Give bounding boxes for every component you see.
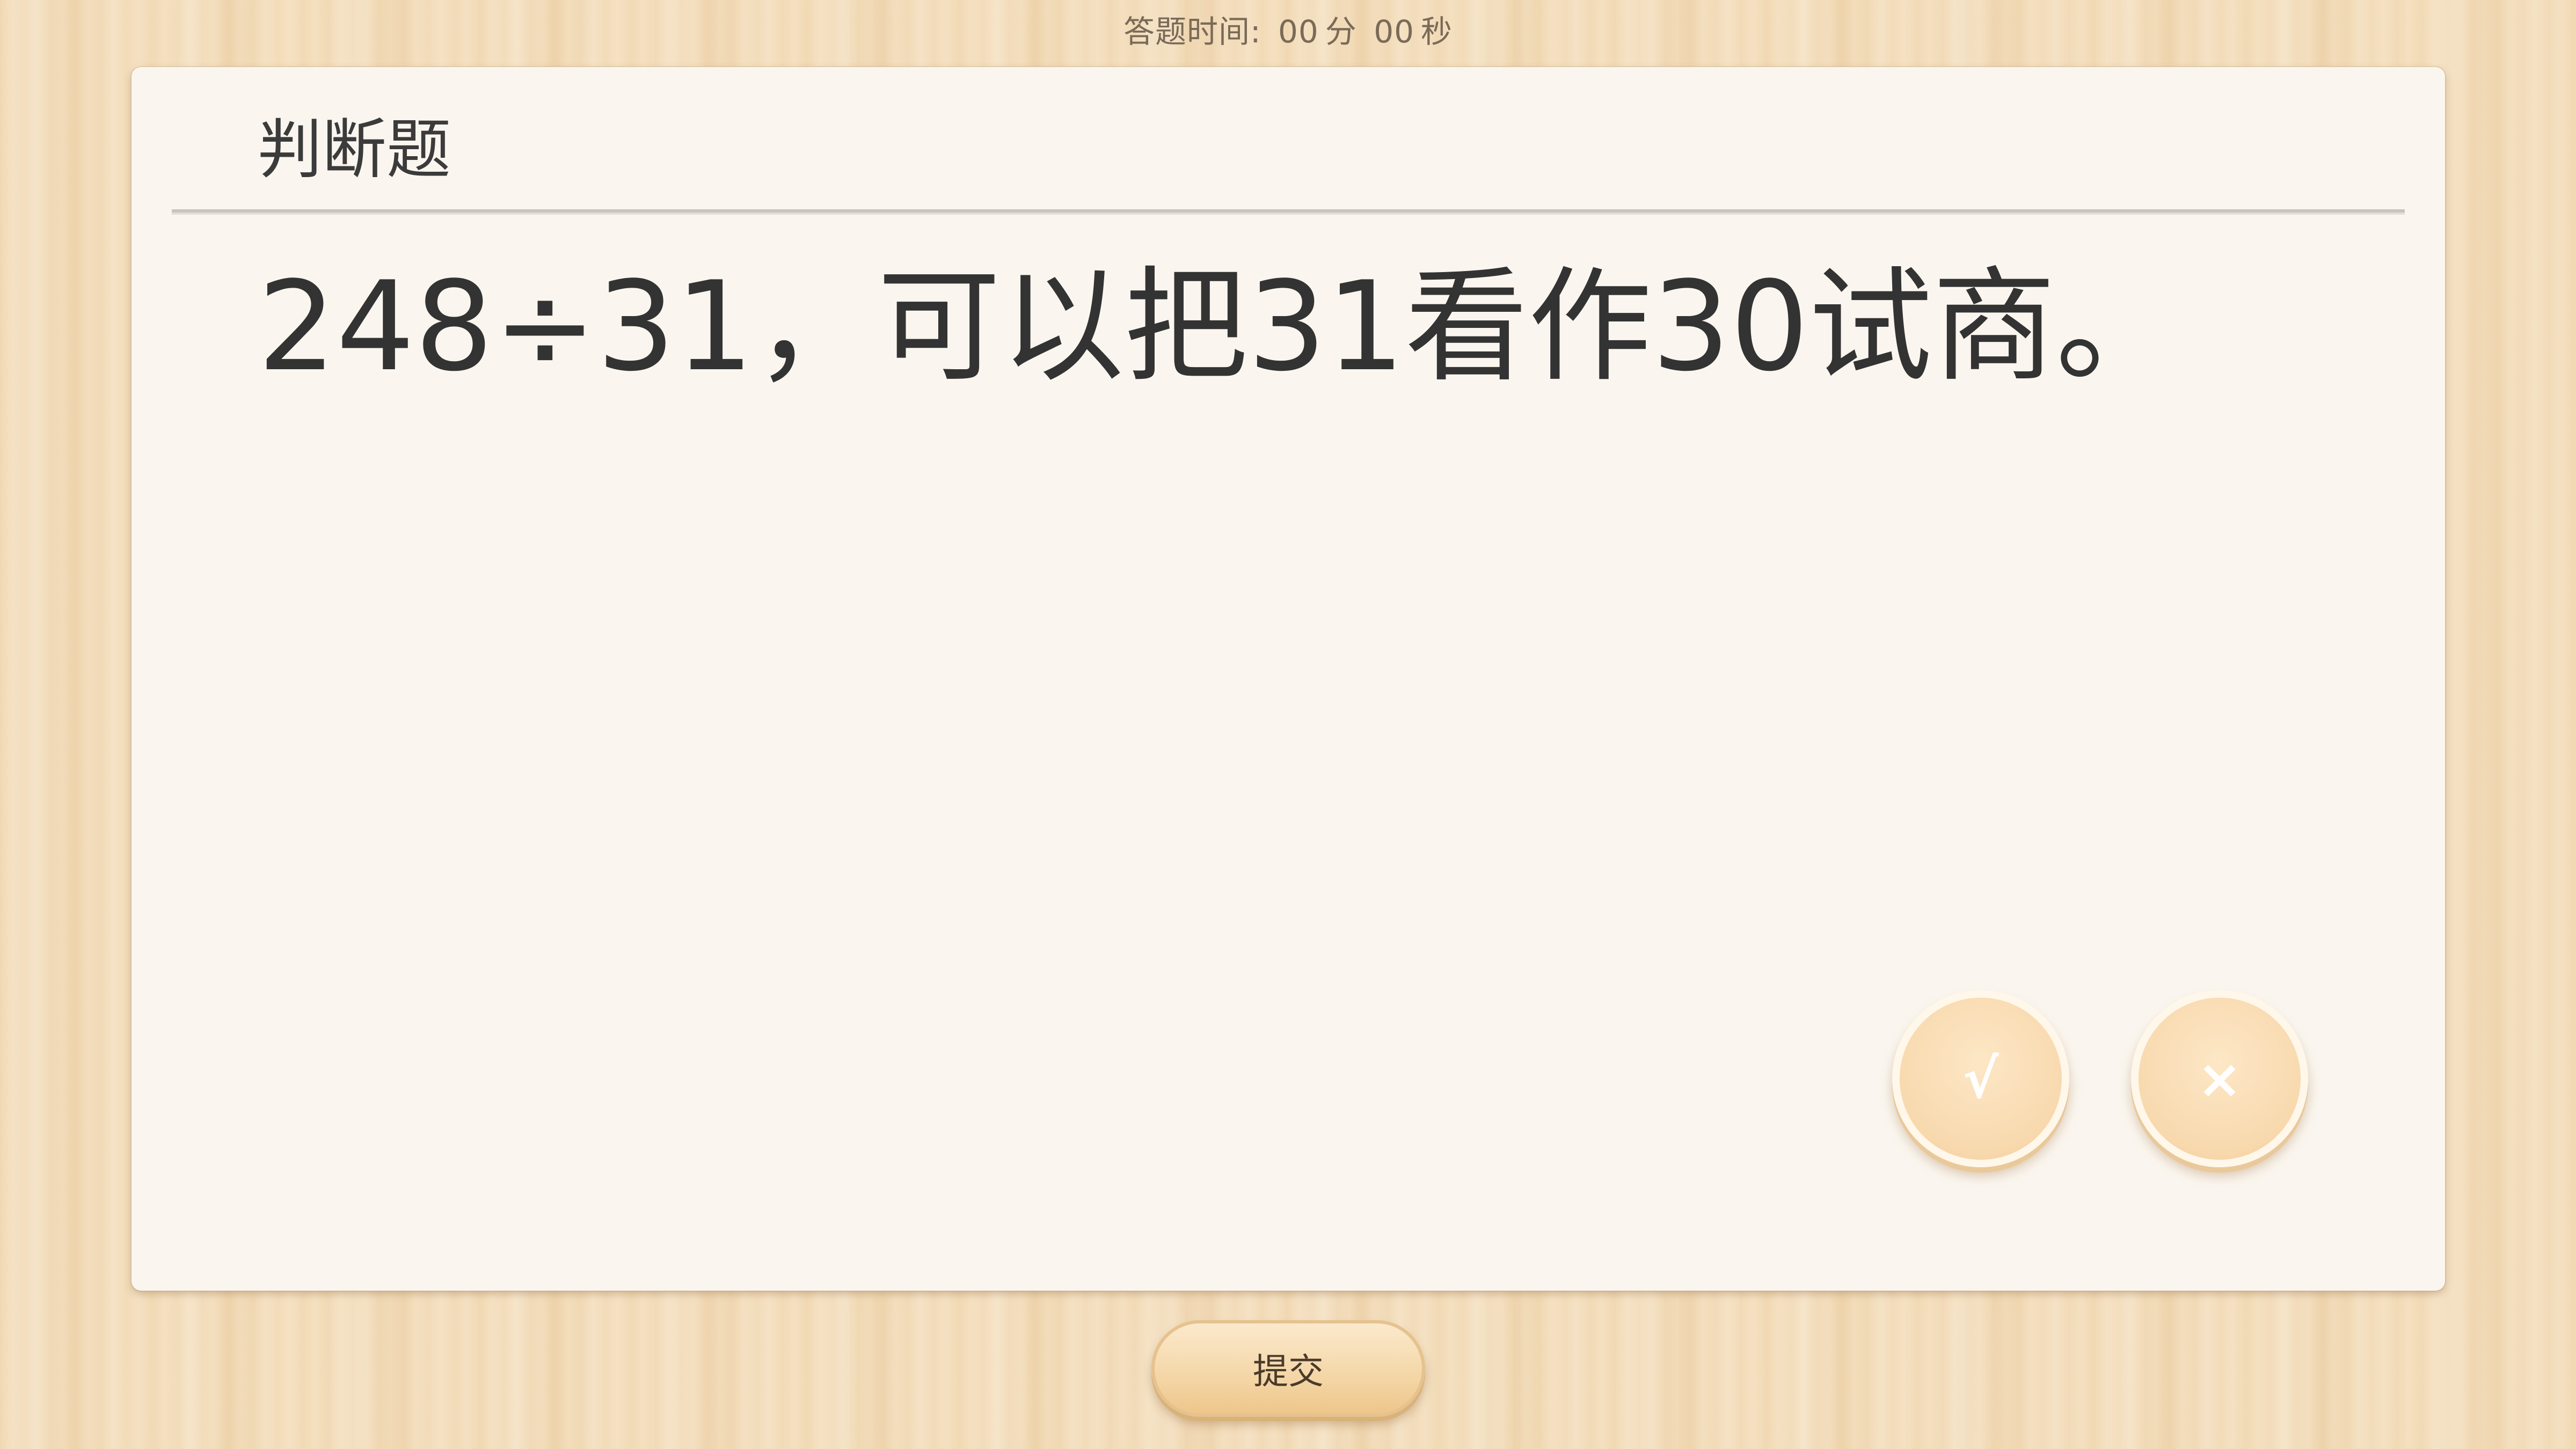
false-answer-button[interactable]: × — [2131, 990, 2308, 1167]
timer-minutes: 00 — [1278, 13, 1319, 50]
answer-timer: 答题时间: 00 分 00 秒 — [0, 8, 2576, 56]
submit-button-label: 提交 — [1253, 1351, 1324, 1392]
timer-minutes-unit: 分 — [1325, 13, 1357, 50]
timer-seconds: 00 — [1374, 13, 1415, 50]
true-answer-button[interactable]: √ — [1892, 990, 2069, 1167]
submit-button[interactable]: 提交 — [1151, 1320, 1425, 1417]
title-divider — [172, 209, 2405, 215]
timer-seconds-unit: 秒 — [1421, 13, 1453, 50]
question-card: 判断题 248÷31，可以把31看作30试商。 √ × — [132, 67, 2445, 1291]
cross-icon: × — [2197, 1047, 2242, 1110]
timer-label: 答题时间: — [1123, 13, 1261, 50]
question-text: 248÷31，可以把31看作30试商。 — [258, 255, 2179, 399]
question-type-title: 判断题 — [258, 113, 451, 187]
check-icon: √ — [1962, 1047, 1999, 1110]
